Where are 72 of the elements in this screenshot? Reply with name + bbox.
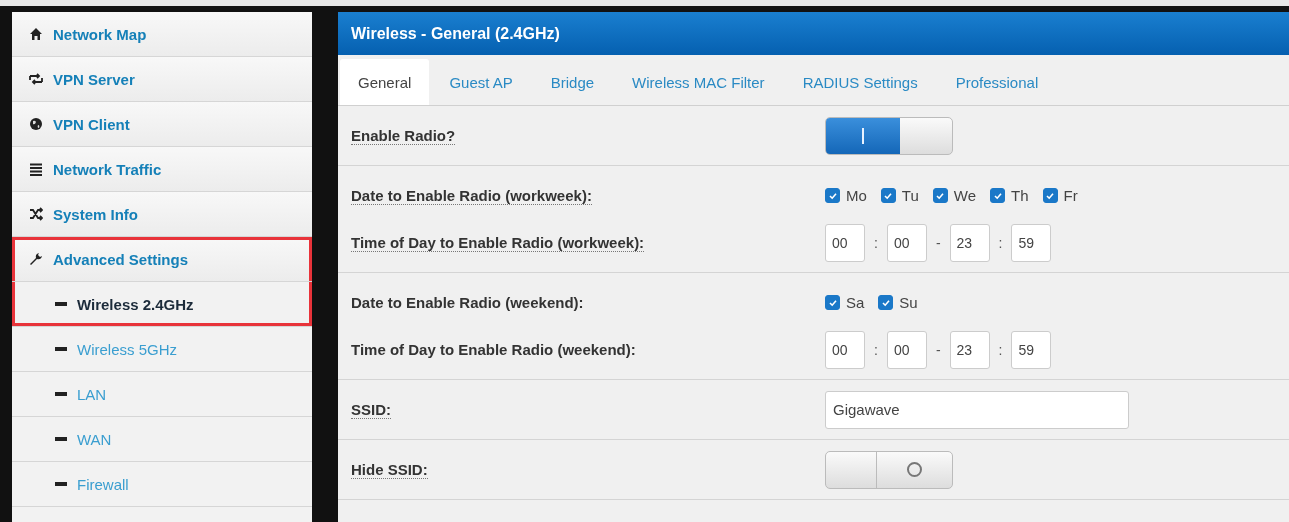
list-icon: [29, 162, 43, 176]
check-icon: [992, 190, 1003, 201]
checkbox-label: Tu: [901, 187, 919, 204]
checkbox-label: Mo: [846, 187, 867, 204]
field-label: Time of Day to Enable Radio (weekend):: [351, 340, 636, 358]
time-separator: :: [997, 234, 1004, 251]
checkbox[interactable]: [825, 188, 840, 203]
dash-icon: [55, 347, 67, 351]
field-label: Date to Enable Radio (weekend):: [351, 293, 584, 311]
time-separator: -: [934, 341, 942, 358]
checkbox-label: We: [953, 187, 977, 204]
checkbox[interactable]: [878, 295, 894, 310]
tab[interactable]: General: [340, 59, 430, 105]
tab[interactable]: RADIUS Settings: [784, 59, 936, 105]
globe-icon: [29, 117, 43, 131]
wrench-icon: [29, 252, 43, 266]
checkbox-label: Th: [1011, 187, 1029, 204]
time-field[interactable]: 23: [949, 330, 990, 369]
field-label: SSID:: [351, 400, 391, 419]
sidebar-item[interactable]: Advanced Settings: [12, 237, 312, 282]
off-ring-icon: [907, 462, 922, 477]
tab[interactable]: Bridge: [532, 59, 613, 105]
check-icon: [883, 190, 894, 201]
checkbox-label: Fr: [1063, 187, 1078, 204]
home-icon: [29, 27, 43, 41]
time-field[interactable]: 23: [949, 223, 990, 262]
on-bar-icon: [861, 127, 864, 144]
sidebar-item[interactable]: Network Map: [12, 12, 312, 57]
check-icon: [827, 190, 838, 201]
shuffle-icon: [29, 207, 43, 221]
check-icon: [827, 297, 838, 308]
toggle-switch[interactable]: [825, 450, 953, 489]
check-icon: [880, 297, 891, 308]
time-field[interactable]: 59: [1011, 223, 1052, 262]
time-separator: :: [873, 234, 879, 251]
tab[interactable]: Professional: [937, 59, 1057, 105]
arrows-icon: [29, 72, 43, 86]
time-separator: -: [934, 234, 942, 251]
dash-icon: [55, 302, 67, 306]
field-label: Enable Radio?: [351, 126, 456, 145]
sidebar-item[interactable]: VPN Server: [12, 57, 312, 102]
checkbox-label: Su: [899, 294, 918, 311]
checkbox[interactable]: [880, 188, 896, 203]
dash-icon: [55, 437, 67, 441]
time-separator: :: [997, 341, 1004, 358]
sidebar-item[interactable]: Network Traffic: [12, 147, 312, 192]
check-icon: [935, 190, 946, 201]
time-field[interactable]: 00: [886, 330, 927, 369]
ssid-field[interactable]: Gigawave: [825, 390, 1129, 429]
checkbox[interactable]: [990, 188, 1006, 203]
field-label: Date to Enable Radio (workweek):: [351, 186, 592, 205]
time-field[interactable]: 00: [886, 223, 927, 262]
time-field[interactable]: 59: [1011, 330, 1052, 369]
time-separator: :: [873, 341, 879, 358]
field-label: Time of Day to Enable Radio (workweek):: [351, 233, 645, 252]
time-field[interactable]: 00: [825, 223, 865, 262]
sidebar-item[interactable]: VPN Client: [12, 102, 312, 147]
checkbox[interactable]: [932, 188, 948, 203]
sidebar-item[interactable]: Wireless 2.4GHz: [12, 282, 312, 327]
tab[interactable]: Guest AP: [431, 59, 531, 105]
checkbox[interactable]: [825, 295, 840, 310]
field-label: Hide SSID:: [351, 460, 428, 479]
panel-title: Wireless - General (2.4GHz): [338, 12, 1289, 55]
time-field[interactable]: 00: [825, 330, 865, 369]
dash-icon: [55, 482, 67, 486]
toggle-switch[interactable]: [825, 116, 953, 155]
dash-icon: [55, 392, 67, 396]
check-icon: [1045, 190, 1056, 201]
sidebar-item[interactable]: System Info: [12, 192, 312, 237]
checkbox-label: Sa: [846, 294, 865, 311]
tab[interactable]: Wireless MAC Filter: [614, 59, 783, 105]
checkbox[interactable]: [1042, 188, 1058, 203]
